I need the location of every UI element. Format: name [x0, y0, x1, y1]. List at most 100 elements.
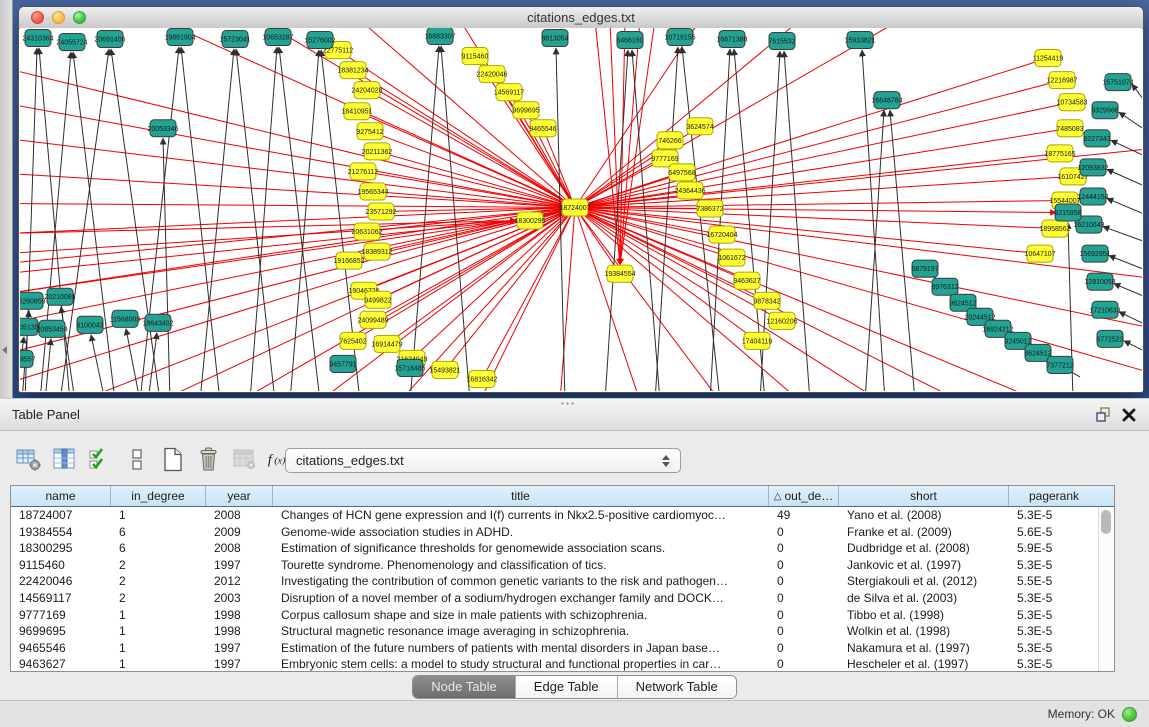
graph-node[interactable]: 746266: [657, 132, 683, 149]
graph-node[interactable]: 8215958: [1054, 204, 1081, 221]
tab-network-table[interactable]: Network Table: [618, 676, 736, 698]
black-edge[interactable]: [1103, 227, 1142, 244]
table-row[interactable]: 1830029562008Estimation of significance …: [11, 540, 1114, 557]
graph-node[interactable]: 18381234: [337, 62, 368, 79]
graph-node[interactable]: 25260859: [20, 292, 46, 309]
graph-node[interactable]: 18958562: [1039, 220, 1070, 237]
black-edge[interactable]: [45, 339, 51, 391]
table-row[interactable]: 2242004622012Investigating the contribut…: [11, 573, 1114, 590]
column-settings-button[interactable]: [14, 445, 42, 473]
red-edge[interactable]: [575, 200, 1065, 207]
graph-node[interactable]: 6466160: [616, 32, 643, 49]
graph-node[interactable]: 24204028: [351, 82, 382, 99]
graph-node[interactable]: 7615532: [768, 33, 795, 50]
float-panel-icon[interactable]: [1093, 405, 1113, 425]
graph-node[interactable]: 9499822: [364, 291, 391, 308]
black-edge[interactable]: [1111, 140, 1142, 158]
black-edge[interactable]: [1132, 84, 1142, 108]
graph-node[interactable]: 12093832: [1077, 159, 1108, 176]
black-edge[interactable]: [148, 333, 157, 391]
graph-node[interactable]: 15276002: [304, 32, 335, 49]
graph-node[interactable]: 20053346: [147, 120, 178, 137]
red-edge[interactable]: [370, 131, 575, 207]
graph-node[interactable]: 19166852: [333, 252, 364, 269]
clear-selection-button[interactable]: [122, 445, 150, 473]
black-edge[interactable]: [710, 49, 730, 391]
scrollbar-thumb[interactable]: [1101, 510, 1111, 534]
graph-node[interactable]: 6879197: [911, 260, 938, 277]
column-header-year[interactable]: year: [206, 486, 273, 506]
table-row[interactable]: 1872400712008Changes of HCN gene express…: [11, 507, 1114, 524]
black-edge[interactable]: [126, 329, 140, 391]
column-header-pagerank[interactable]: pagerank: [1009, 486, 1099, 506]
graph-node[interactable]: 15493821: [429, 361, 460, 378]
table-row[interactable]: 946554611997Estimation of the future num…: [11, 640, 1114, 657]
graph-node[interactable]: 20528557: [20, 350, 36, 367]
graph-node[interactable]: 9463627: [733, 272, 760, 289]
table-row[interactable]: 911546021997Tourette syndrome. Phenomeno…: [11, 557, 1114, 574]
graph-node[interactable]: 16816342: [466, 370, 497, 387]
close-panel-icon[interactable]: [1119, 405, 1139, 425]
select-all-button[interactable]: [86, 445, 114, 473]
graph-node[interactable]: 18643402: [142, 314, 173, 331]
column-header-name[interactable]: name: [11, 486, 111, 506]
graph-node[interactable]: 11568003: [110, 310, 141, 327]
graph-node[interactable]: 7485083: [1056, 120, 1083, 137]
graph-node[interactable]: 3624574: [686, 118, 713, 135]
graph-node[interactable]: 10734583: [1056, 94, 1087, 111]
graph-node[interactable]: 24099489: [357, 311, 388, 328]
graph-node[interactable]: 6772523: [1096, 330, 1123, 347]
graph-node[interactable]: 18389312: [361, 243, 392, 260]
table-row[interactable]: 1938455462009Genome-wide association stu…: [11, 524, 1114, 541]
graph-node[interactable]: 7625402: [339, 332, 366, 349]
black-edge[interactable]: [1119, 112, 1142, 133]
column-header-out_de[interactable]: △out_de…: [769, 486, 839, 506]
red-edge[interactable]: [80, 207, 575, 391]
graph-node[interactable]: 16648784: [871, 92, 902, 109]
graph-node[interactable]: 16671388: [716, 31, 747, 48]
black-edge[interactable]: [163, 138, 170, 391]
red-edge[interactable]: [575, 80, 1062, 207]
graph-node[interactable]: 8976312: [931, 278, 958, 295]
black-edge[interactable]: [73, 52, 115, 391]
graph-node[interactable]: 12160206: [766, 312, 797, 329]
graph-node[interactable]: 15718485: [394, 359, 425, 376]
graph-node[interactable]: 16883307: [424, 28, 455, 45]
red-edge[interactable]: [575, 207, 720, 391]
red-edge[interactable]: [575, 207, 1055, 228]
graph-node[interactable]: 8100043: [76, 316, 103, 333]
graph-node[interactable]: 7386372: [696, 200, 723, 217]
black-edge[interactable]: [181, 47, 220, 391]
column-header-title[interactable]: title: [273, 486, 769, 506]
red-edge[interactable]: [575, 128, 1070, 207]
graph-node[interactable]: 15933821: [844, 32, 875, 49]
black-edge[interactable]: [250, 47, 277, 391]
black-edge[interactable]: [140, 47, 179, 391]
graph-node[interactable]: 15751074: [1102, 74, 1133, 91]
create-table-button[interactable]: [158, 445, 186, 473]
graph-node[interactable]: 10719155: [664, 29, 695, 46]
graph-node[interactable]: 20631062: [351, 223, 382, 240]
network-window-titlebar[interactable]: citations_edges.txt: [19, 7, 1143, 29]
graph-node[interactable]: 18775165: [1044, 145, 1075, 162]
black-edge[interactable]: [784, 51, 810, 391]
graph-node[interactable]: 24310364: [22, 30, 53, 47]
graph-node[interactable]: 20211362: [362, 143, 393, 160]
graph-node[interactable]: 8813054: [541, 30, 568, 47]
splitter-collapse-icon[interactable]: [2, 346, 7, 354]
black-edge[interactable]: [890, 110, 915, 391]
table-selector-dropdown[interactable]: citations_edges.txt: [285, 448, 681, 473]
black-edge[interactable]: [1124, 341, 1142, 354]
graph-node[interactable]: 16720404: [706, 226, 737, 243]
graph-node[interactable]: 9465546: [529, 120, 556, 137]
graph-node[interactable]: 14569117: [494, 84, 525, 101]
red-edge[interactable]: [20, 103, 575, 207]
graph-node[interactable]: 7377212: [1046, 356, 1073, 373]
graph-node[interactable]: 24055724: [56, 34, 87, 51]
graph-node[interactable]: 24364436: [674, 182, 705, 199]
show-columns-button[interactable]: [50, 445, 78, 473]
black-edge[interactable]: [1109, 256, 1142, 272]
graph-node[interactable]: 23571292: [365, 203, 396, 220]
red-edge[interactable]: [20, 138, 575, 207]
graph-node[interactable]: 15692951: [1079, 245, 1110, 262]
